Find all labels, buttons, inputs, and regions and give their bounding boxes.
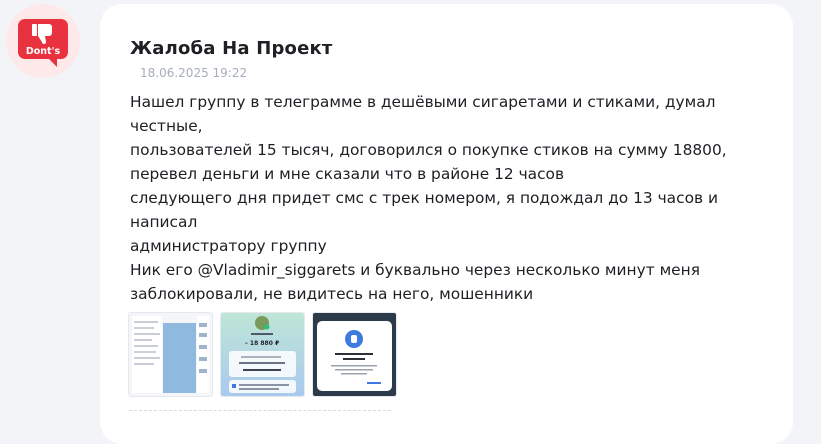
attachment-thumb-access-denied[interactable] — [313, 313, 396, 396]
attachments: – 18 880 ₽ — [129, 313, 396, 396]
donts-badge: Dont's — [6, 4, 80, 78]
attachment-thumb-payment[interactable]: – 18 880 ₽ — [221, 313, 304, 396]
attachment-thumb-chat[interactable] — [129, 313, 212, 396]
complaint-text: Нашел группу в телеграмме в дешёвыми сиг… — [130, 93, 727, 303]
thumbs-down-icon: Dont's — [18, 19, 68, 67]
complaint-date: 18.06.2025 19:22 — [140, 66, 248, 80]
badge-label: Dont's — [26, 46, 61, 57]
payment-amount: – 18 880 ₽ — [245, 340, 279, 347]
complaint-title: Жалоба На Проект — [130, 38, 333, 59]
divider — [129, 410, 391, 411]
